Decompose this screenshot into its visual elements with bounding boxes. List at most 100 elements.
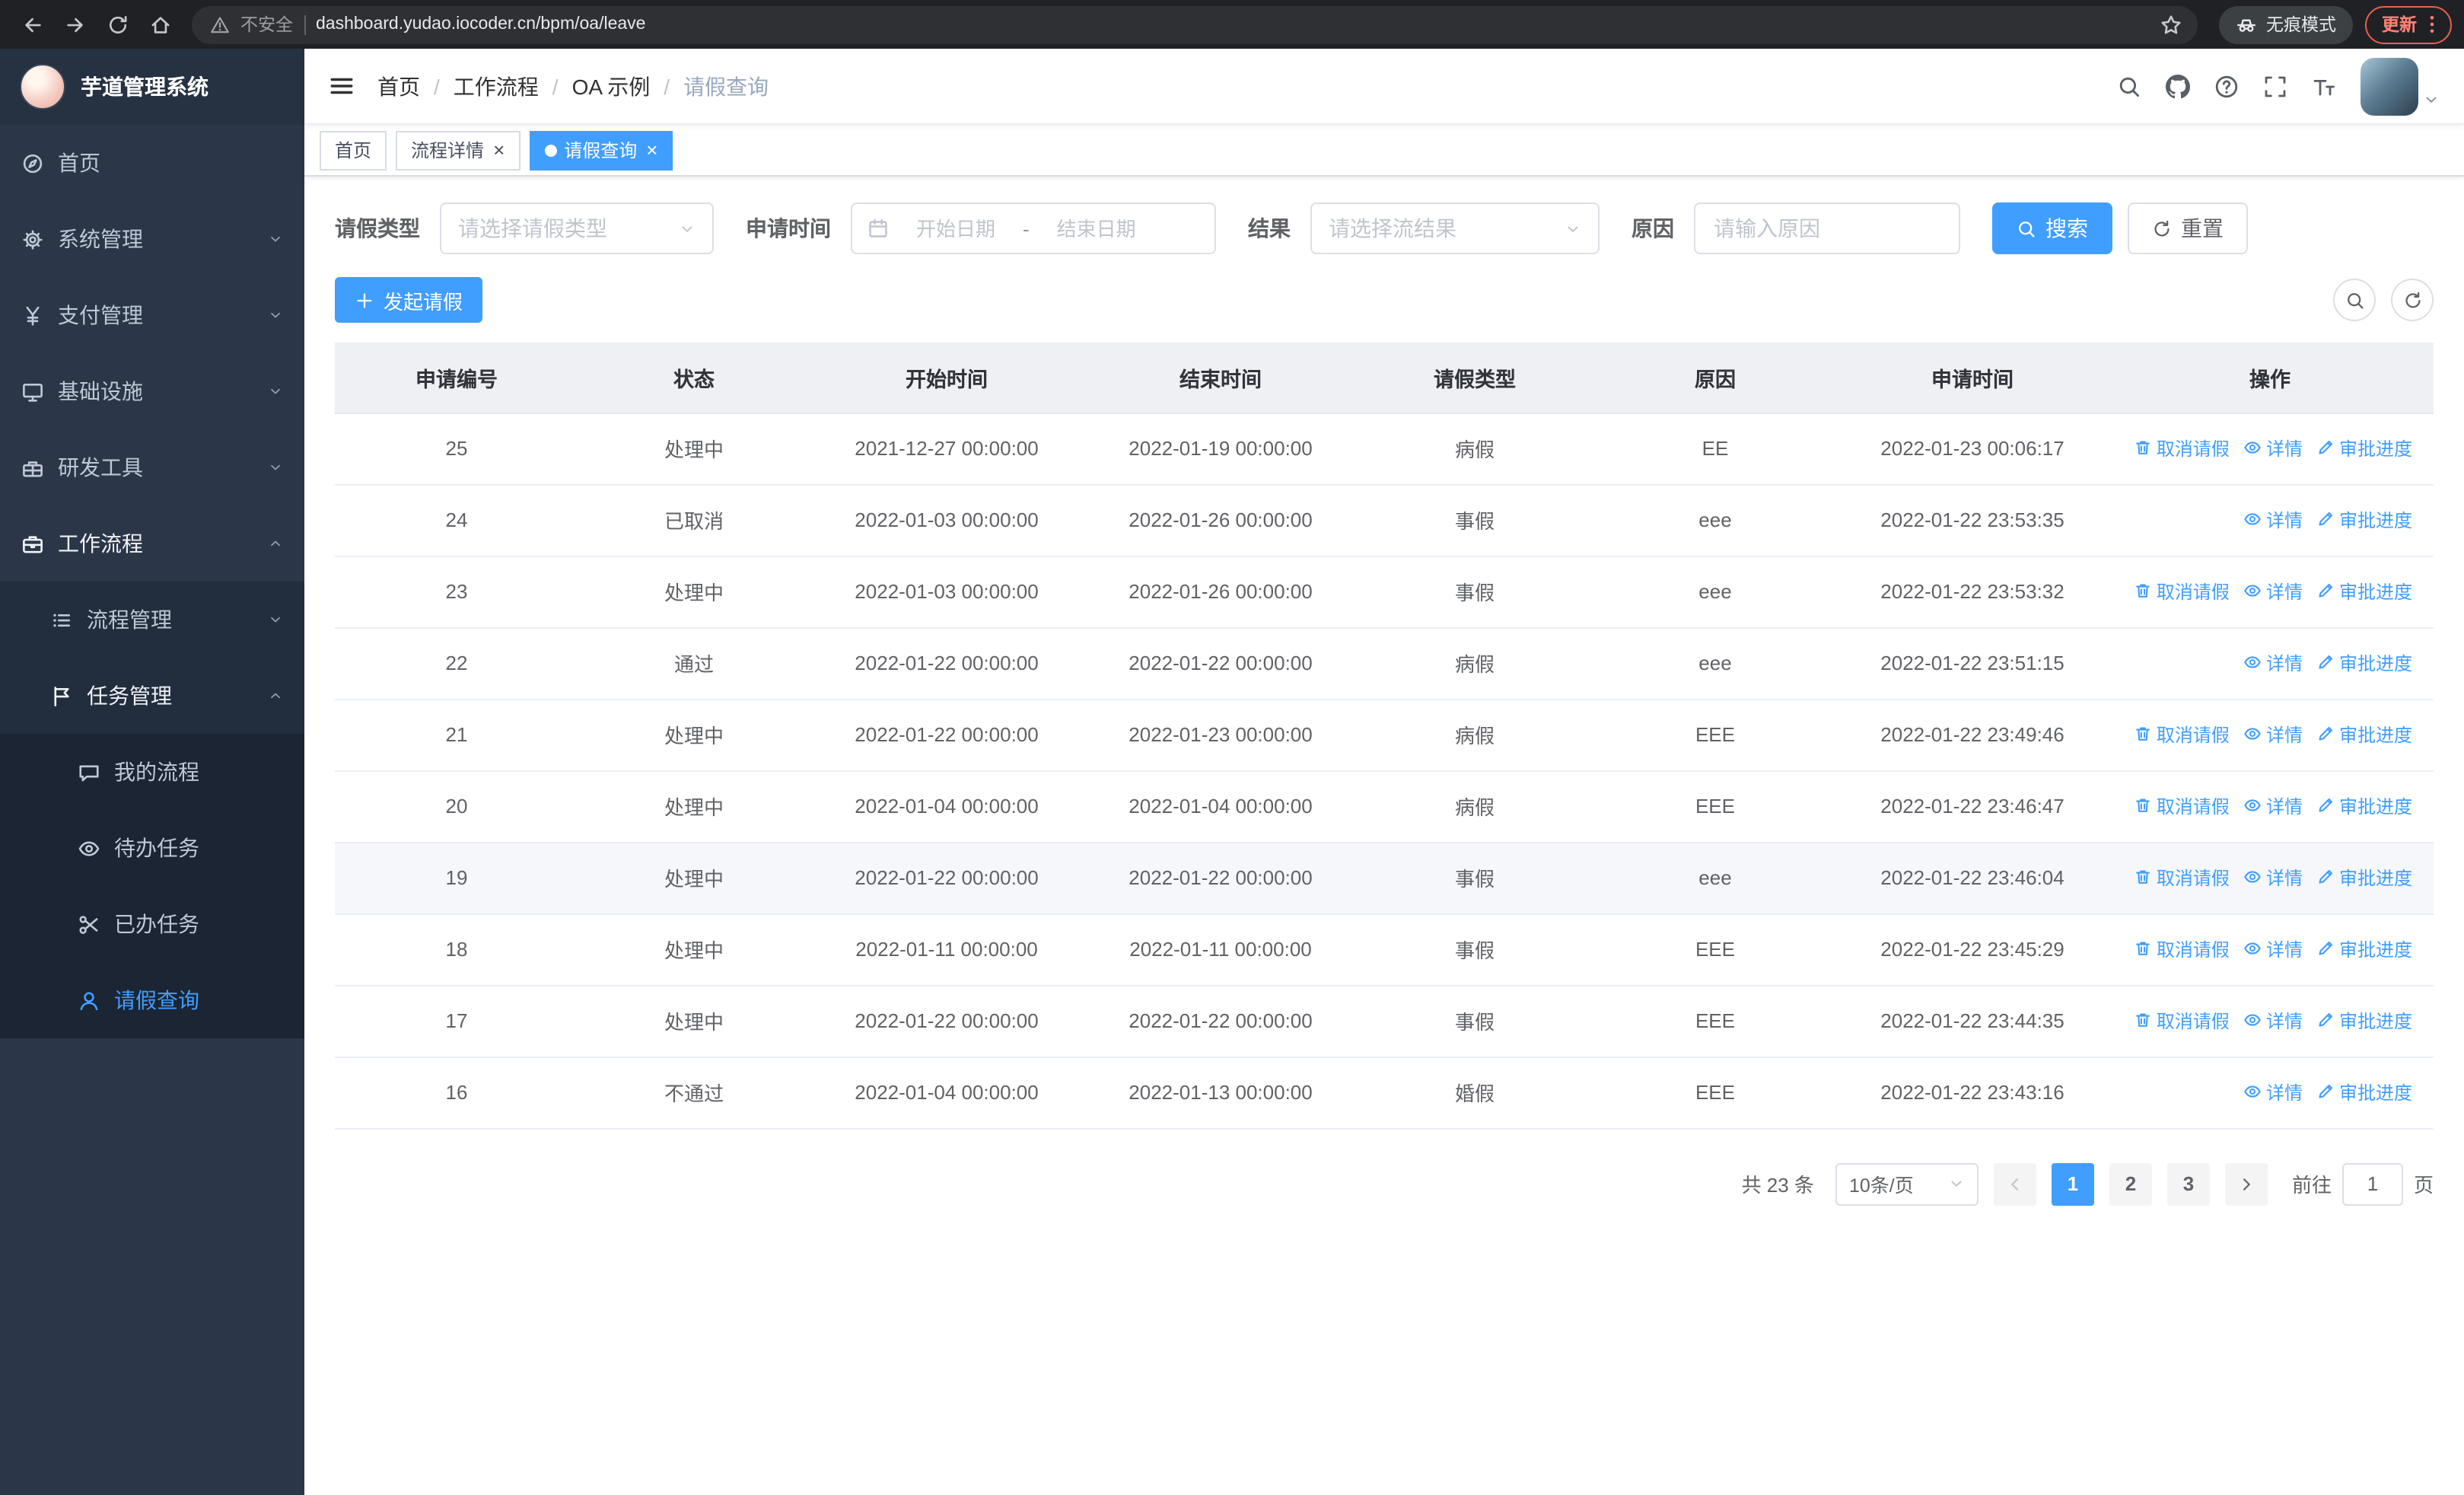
tab-0[interactable]: 首页: [320, 130, 387, 170]
approval-progress-link[interactable]: 审批进度: [2316, 793, 2412, 819]
approval-progress-link[interactable]: 审批进度: [2316, 579, 2412, 604]
result-select[interactable]: 请选择流结果: [1310, 202, 1600, 254]
tab-1[interactable]: 流程详情 ×: [396, 130, 520, 170]
calendar-icon: [867, 218, 889, 239]
trash-icon: [2134, 1012, 2152, 1030]
page-size-select[interactable]: 10条/页: [1835, 1162, 1979, 1205]
breadcrumb-item[interactable]: 工作流程: [454, 71, 539, 101]
sidebar-item-4[interactable]: 研发工具: [0, 429, 304, 505]
sidebar-item-6[interactable]: 流程管理: [0, 582, 304, 658]
cell-operations: 取消请假 详情 审批进度: [2106, 699, 2434, 771]
approval-progress-link[interactable]: 审批进度: [2316, 936, 2412, 962]
apply-time-range-picker[interactable]: -: [851, 202, 1216, 254]
approval-progress-link[interactable]: 审批进度: [2316, 507, 2412, 533]
browser-back-button[interactable]: [12, 5, 52, 44]
browser-update-button[interactable]: 更新: [2365, 5, 2452, 43]
app-logo[interactable]: 芋道管理系统: [0, 49, 304, 125]
breadcrumb: 首页 / 工作流程 / OA 示例 / 请假查询: [377, 71, 769, 101]
browser-reload-button[interactable]: [97, 5, 137, 44]
approval-progress-link[interactable]: 审批进度: [2316, 435, 2412, 461]
chevron-up-icon: [268, 536, 283, 551]
fullscreen-icon[interactable]: [2263, 74, 2287, 98]
detail-link[interactable]: 详情: [2243, 435, 2303, 461]
approval-progress-link[interactable]: 审批进度: [2316, 650, 2412, 676]
cancel-leave-link[interactable]: 取消请假: [2134, 579, 2230, 604]
cancel-leave-link[interactable]: 取消请假: [2134, 435, 2230, 461]
address-bar[interactable]: 不安全 dashboard.yudao.iocoder.cn/bpm/oa/le…: [192, 5, 2198, 43]
page-button-3[interactable]: 3: [2166, 1162, 2210, 1205]
cancel-leave-link[interactable]: 取消请假: [2134, 936, 2230, 962]
chevron-down-icon: [1948, 1175, 1965, 1192]
detail-link[interactable]: 详情: [2243, 936, 2303, 962]
font-size-icon[interactable]: [2312, 74, 2336, 98]
end-date-input[interactable]: [1036, 217, 1156, 240]
detail-link[interactable]: 详情: [2243, 579, 2303, 604]
help-icon[interactable]: [2214, 74, 2239, 98]
detail-link[interactable]: 详情: [2243, 722, 2303, 748]
search-button[interactable]: 搜索: [1992, 202, 2112, 254]
approval-progress-link[interactable]: 审批进度: [2316, 1079, 2412, 1105]
sidebar-item-1[interactable]: 系统管理: [0, 201, 304, 277]
cell-status: 通过: [578, 627, 810, 700]
sidebar-item-5[interactable]: 工作流程: [0, 505, 304, 582]
detail-link[interactable]: 详情: [2243, 650, 2303, 676]
kebab-menu-icon[interactable]: [2421, 14, 2443, 35]
sidebar-item-11[interactable]: 请假查询: [0, 962, 304, 1038]
reset-button[interactable]: 重置: [2128, 202, 2248, 254]
user-menu[interactable]: [2361, 57, 2440, 115]
tab-label: 首页: [335, 140, 372, 161]
page-button-2[interactable]: 2: [2109, 1162, 2152, 1205]
prev-page-button[interactable]: [1993, 1162, 2036, 1205]
tab-close-icon[interactable]: ×: [493, 140, 505, 160]
detail-link[interactable]: 详情: [2243, 1079, 2303, 1105]
sidebar-item-10[interactable]: 已办任务: [0, 886, 304, 962]
breadcrumb-item[interactable]: OA 示例: [572, 71, 651, 101]
approval-progress-link[interactable]: 审批进度: [2316, 865, 2412, 891]
bookmark-star-icon[interactable]: [2160, 13, 2182, 36]
detail-label: 详情: [2265, 652, 2303, 674]
approval-progress-link[interactable]: 审批进度: [2316, 1008, 2412, 1034]
cancel-leave-link[interactable]: 取消请假: [2134, 793, 2230, 819]
detail-link[interactable]: 详情: [2243, 865, 2303, 891]
cancel-leave-link[interactable]: 取消请假: [2134, 865, 2230, 891]
page-button-1[interactable]: 1: [2051, 1162, 2094, 1205]
detail-link[interactable]: 详情: [2243, 793, 2303, 819]
browser-forward-button[interactable]: [55, 5, 94, 44]
start-date-input[interactable]: [896, 217, 1015, 240]
leave-type-select[interactable]: 请选择请假类型: [440, 202, 714, 254]
create-leave-button[interactable]: 发起请假: [335, 277, 483, 323]
tab-2[interactable]: 请假查询 ×: [529, 130, 673, 170]
sidebar-item-3[interactable]: 基础设施: [0, 353, 304, 429]
sidebar-item-7[interactable]: 任务管理: [0, 658, 304, 734]
approval-progress-link[interactable]: 审批进度: [2316, 722, 2412, 748]
sidebar-item-9[interactable]: 待办任务: [0, 810, 304, 886]
tab-close-icon[interactable]: ×: [646, 140, 657, 160]
reset-button-label: 重置: [2181, 216, 2224, 241]
detail-link[interactable]: 详情: [2243, 507, 2303, 533]
goto-page-input[interactable]: [2341, 1162, 2403, 1205]
reason-input[interactable]: [1694, 202, 1960, 254]
pen-icon: [2316, 654, 2335, 672]
goto-page-group: 前往 页: [2292, 1162, 2434, 1205]
table-search-toggle-button[interactable]: [2333, 279, 2376, 321]
detail-link[interactable]: 详情: [2243, 1008, 2303, 1034]
breadcrumb-item[interactable]: 首页: [377, 71, 420, 101]
cancel-leave-link[interactable]: 取消请假: [2134, 722, 2230, 748]
cell-apply-time: 2022-01-22 23:46:47: [1838, 770, 2106, 843]
eye-icon: [2243, 797, 2262, 815]
next-page-button[interactable]: [2224, 1162, 2268, 1205]
sidebar-item-label: 待办任务: [114, 836, 199, 860]
github-icon[interactable]: [2166, 74, 2190, 98]
sidebar-item-8[interactable]: 我的流程: [0, 734, 304, 810]
topbar: 首页 / 工作流程 / OA 示例 / 请假查询: [304, 49, 2464, 125]
header-search-icon[interactable]: [2117, 74, 2141, 98]
chevron-left-icon: [2006, 1175, 2024, 1193]
sidebar-item-0[interactable]: 首页: [0, 125, 304, 201]
trash-icon: [2134, 940, 2152, 958]
sidebar-collapse-button[interactable]: [329, 73, 355, 99]
browser-home-button[interactable]: [140, 5, 180, 44]
user-avatar[interactable]: [2361, 57, 2418, 115]
table-refresh-button[interactable]: [2391, 279, 2434, 321]
cancel-leave-link[interactable]: 取消请假: [2134, 1008, 2230, 1034]
sidebar-item-2[interactable]: 支付管理: [0, 277, 304, 353]
